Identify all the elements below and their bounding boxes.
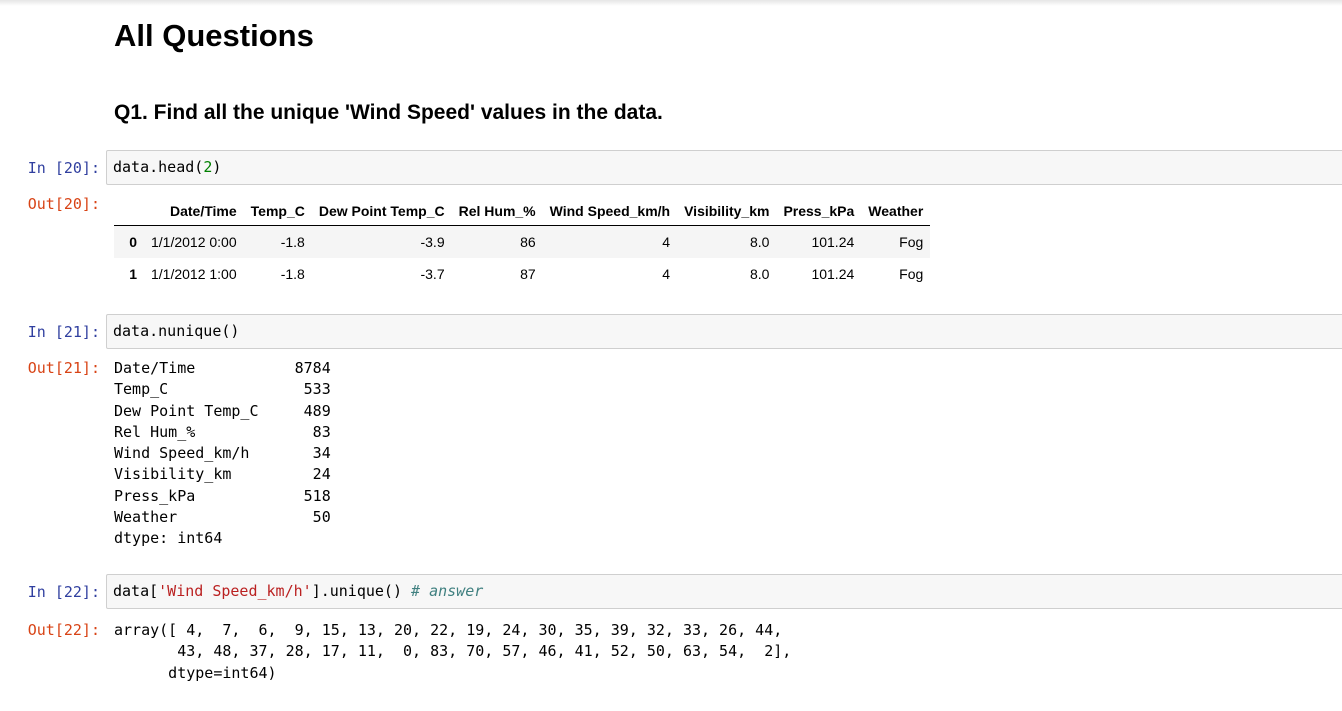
table-cell: 1/1/2012 1:00: [151, 266, 237, 282]
row-index: 1: [129, 266, 137, 282]
code-text: ].unique(): [311, 582, 412, 600]
table-cell: 4: [662, 266, 671, 282]
code-cell-22[interactable]: data['Wind Speed_km/h'].unique() # answe…: [106, 574, 1342, 609]
code-number: 2: [203, 158, 213, 176]
table-cell: -3.7: [420, 266, 445, 282]
code-text: data.nunique(): [113, 322, 240, 340]
code-text: data.head(: [113, 158, 204, 176]
question-heading: Q1. Find all the unique 'Wind Speed' val…: [114, 101, 663, 124]
table-cell: 86: [520, 234, 536, 250]
code-comment: # answer: [411, 582, 484, 600]
table-header-row: Date/Time Temp_C Dew Point Temp_C Rel Hu…: [114, 197, 931, 226]
table-cell: 101.24: [811, 266, 855, 282]
column-header: Date/Time: [144, 197, 244, 226]
table-row: 0 1/1/2012 0:00 -1.8 -3.9 86 4 8.0 101.2…: [114, 225, 931, 258]
out-prompt-20: Out[20]:: [27, 195, 100, 213]
column-header: Dew Point Temp_C: [311, 197, 452, 226]
column-header: Wind Speed_km/h: [542, 197, 678, 226]
column-header: Press_kPa: [776, 197, 862, 226]
table-cell: -3.9: [420, 234, 445, 250]
column-header: Temp_C: [243, 197, 312, 226]
in-prompt-21: In [21]:: [27, 323, 100, 341]
in-prompt-20: In [20]:: [27, 159, 100, 177]
in-prompt-22: In [22]:: [27, 583, 100, 601]
out-prompt-21: Out[21]:: [27, 359, 100, 377]
row-index: 0: [129, 234, 137, 250]
table-cell: -1.8: [280, 234, 305, 250]
code-cell-21[interactable]: data.nunique(): [106, 314, 1342, 349]
table-cell: 4: [662, 234, 671, 250]
nunique-output: Date/Time 8784 Temp_C 533 Dew Point Temp…: [114, 359, 331, 548]
table-cell: Fog: [899, 266, 924, 282]
dataframe-table: Date/Time Temp_C Dew Point Temp_C Rel Hu…: [114, 197, 931, 290]
code-string: 'Wind Speed_km/h': [158, 582, 312, 600]
table-cell: 8.0: [749, 266, 770, 282]
column-header: [114, 197, 144, 226]
code-text: ): [212, 158, 222, 176]
top-shadow: [0, 0, 1342, 6]
column-header: Rel Hum_%: [451, 197, 543, 226]
table-cell: 101.24: [811, 234, 855, 250]
code-cell-20[interactable]: data.head(2): [106, 150, 1342, 185]
page-heading: All Questions: [114, 18, 314, 53]
table-cell: 1/1/2012 0:00: [151, 234, 237, 250]
column-header: Weather: [861, 197, 931, 226]
out-prompt-22: Out[22]:: [27, 621, 100, 639]
table-row: 1 1/1/2012 1:00 -1.8 -3.7 87 4 8.0 101.2…: [114, 258, 930, 290]
table-cell: -1.8: [280, 266, 305, 282]
code-text: data[: [113, 582, 159, 600]
table-cell: Fog: [899, 234, 924, 250]
table-cell: 87: [520, 266, 536, 282]
table-cell: 8.0: [749, 234, 770, 250]
column-header: Visibility_km: [677, 197, 777, 226]
unique-output: array([ 4, 7, 6, 9, 15, 13, 20, 22, 19, …: [114, 621, 792, 682]
